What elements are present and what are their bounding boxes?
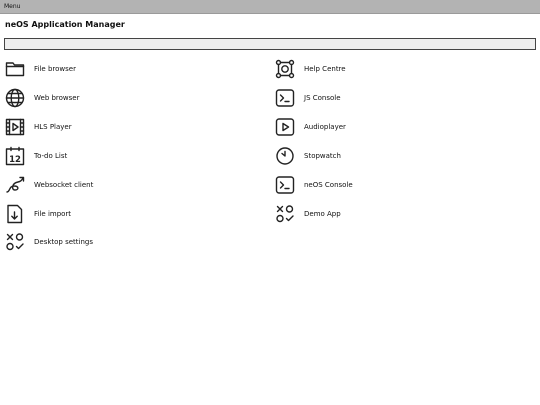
app-item-websocket-client[interactable]: Websocket client xyxy=(5,174,255,196)
app-label: Audioplayer xyxy=(304,122,346,131)
cable-icon xyxy=(5,175,25,195)
terminal-icon xyxy=(275,88,295,108)
app-item-neos-console[interactable]: neOS Console xyxy=(275,174,525,196)
app-item-stopwatch[interactable]: Stopwatch xyxy=(275,145,525,167)
app-label: Stopwatch xyxy=(304,151,341,160)
app-label: Help Centre xyxy=(304,64,346,73)
globe-icon xyxy=(5,88,25,108)
app-label: JS Console xyxy=(304,93,341,102)
app-item-audioplayer[interactable]: Audioplayer xyxy=(275,116,525,138)
app-label: To-do List xyxy=(34,151,68,160)
terminal-icon xyxy=(275,175,295,195)
app-label: File browser xyxy=(34,64,76,73)
folder-icon xyxy=(5,59,25,79)
app-item-demo-app[interactable]: Demo App xyxy=(275,203,525,225)
film-play-icon xyxy=(5,117,25,137)
app-item-file-import[interactable]: File import xyxy=(5,203,255,225)
play-box-icon xyxy=(275,117,295,137)
calendar-icon: 12 xyxy=(5,146,25,166)
settings-shapes-icon xyxy=(5,232,25,252)
app-label: Websocket client xyxy=(34,180,94,189)
app-item-desktop-settings[interactable]: Desktop settings xyxy=(5,231,255,253)
page-title: neOS Application Manager xyxy=(5,20,125,29)
app-item-hls-player[interactable]: HLS Player xyxy=(5,116,255,138)
app-label: Desktop settings xyxy=(34,237,94,246)
app-item-todo-list[interactable]: 12 To-do List xyxy=(5,145,255,167)
file-import-icon xyxy=(5,204,25,224)
app-label: neOS Console xyxy=(304,180,353,189)
calendar-day: 12 xyxy=(9,155,21,165)
menu-bar[interactable]: Menu xyxy=(0,0,540,14)
app-item-help-centre[interactable]: Help Centre xyxy=(275,58,525,80)
shapes-icon xyxy=(275,204,295,224)
app-label: File import xyxy=(34,209,72,218)
search-input[interactable] xyxy=(4,38,536,50)
app-item-js-console[interactable]: JS Console xyxy=(275,87,525,109)
app-label: Web browser xyxy=(34,93,80,102)
clock-icon xyxy=(275,146,295,166)
app-item-file-browser[interactable]: File browser xyxy=(5,58,255,80)
nodes-icon xyxy=(275,59,295,79)
app-item-web-browser[interactable]: Web browser xyxy=(5,87,255,109)
menu-label[interactable]: Menu xyxy=(4,3,20,11)
app-label: HLS Player xyxy=(34,122,72,131)
app-label: Demo App xyxy=(304,209,341,218)
